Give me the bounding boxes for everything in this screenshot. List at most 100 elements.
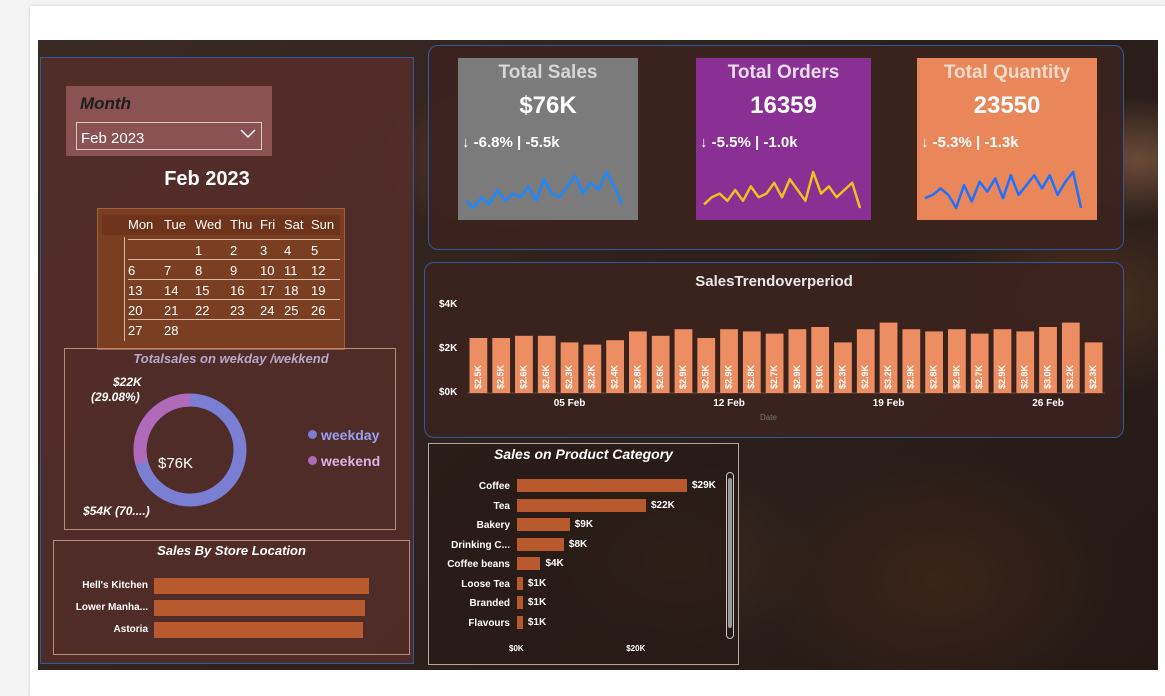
trend-x-tick: 19 Feb bbox=[873, 398, 905, 409]
calendar-day[interactable]: 21 bbox=[164, 303, 194, 318]
category-data-label: $8K bbox=[568, 538, 588, 550]
category-bar[interactable] bbox=[517, 557, 541, 570]
legend-dot-icon bbox=[308, 456, 317, 465]
category-data-label: $29K bbox=[692, 480, 716, 491]
calendar-weekday: Sun bbox=[311, 217, 335, 232]
category-bar[interactable] bbox=[517, 576, 523, 590]
category-label: Branded bbox=[469, 598, 510, 609]
sparkline-path bbox=[924, 170, 1083, 210]
trend-data-label: $2.3K bbox=[564, 364, 574, 389]
trend-data-label: $3.2K bbox=[1065, 364, 1075, 389]
calendar-weekday: Mon bbox=[128, 217, 154, 232]
category-label: Bakery bbox=[476, 520, 510, 531]
category-bar[interactable] bbox=[517, 518, 570, 531]
donut-title: Totalsales on wekday /wekkend bbox=[133, 351, 329, 366]
kpi-value: 23550 bbox=[973, 92, 1041, 119]
trend-data-label: $2.9K bbox=[997, 364, 1007, 389]
calendar-day[interactable]: 16 bbox=[230, 283, 260, 298]
legend-weekend[interactable]: weekend bbox=[308, 453, 380, 469]
calendar-day[interactable]: 22 bbox=[195, 303, 225, 318]
category-scrollbar-thumb[interactable] bbox=[728, 478, 732, 628]
trend-data-label: $2.7K bbox=[974, 364, 984, 389]
calendar-day[interactable]: 26 bbox=[311, 303, 341, 318]
category-data-label: $9K bbox=[574, 519, 594, 530]
trend-x-tick: 05 Feb bbox=[554, 398, 586, 409]
calendar-day[interactable]: 19 bbox=[311, 283, 341, 298]
calendar-day[interactable]: 20 bbox=[128, 303, 158, 318]
calendar-day[interactable]: 11 bbox=[284, 263, 314, 278]
kpi-card[interactable]: Total Quantity 23550 ↓ -5.3% | -1.3k bbox=[917, 58, 1097, 220]
category-data-label: $1K bbox=[527, 616, 547, 628]
calendar-row-line bbox=[128, 259, 340, 260]
category-bar[interactable] bbox=[517, 498, 646, 512]
calendar-day[interactable]: 14 bbox=[164, 283, 194, 298]
donut-weekend-slice[interactable] bbox=[129, 389, 251, 511]
kpi-title: Total Orders bbox=[727, 62, 840, 83]
trend-data-label: $2.9K bbox=[792, 364, 802, 389]
calendar-day[interactable]: 28 bbox=[164, 323, 194, 338]
calendar-day[interactable]: 2 bbox=[230, 243, 260, 258]
kpi-card[interactable]: Total Orders 16359 ↓ -5.5% | -1.0k bbox=[696, 58, 871, 220]
kpi-card[interactable]: Total Sales $76K ↓ -6.8% | -5.5k bbox=[458, 58, 638, 220]
calendar-day[interactable]: 15 bbox=[195, 283, 225, 298]
trend-data-label: $2.9K bbox=[723, 364, 733, 389]
calendar-title: Feb 2023 bbox=[164, 168, 250, 190]
calendar-day[interactable]: 25 bbox=[284, 303, 314, 318]
category-x-tick: $0K bbox=[509, 644, 524, 653]
trend-data-label: $2.9K bbox=[678, 364, 688, 389]
category-bar[interactable] bbox=[517, 479, 687, 492]
trend-data-label: $2.8K bbox=[746, 364, 756, 389]
month-slicer-label: Month bbox=[80, 94, 131, 113]
weekend-pct-label: (29.08%) bbox=[91, 390, 140, 404]
store-location-chart: Sales By Store Location Hell's Kitchen Lo… bbox=[53, 540, 410, 655]
calendar-day[interactable]: 23 bbox=[230, 303, 260, 318]
category-x-tick: $20K bbox=[626, 644, 646, 653]
trend-data-label: $2.8K bbox=[1020, 364, 1030, 389]
calendar-day[interactable]: 9 bbox=[230, 263, 260, 278]
calendar-day[interactable]: 27 bbox=[128, 323, 158, 338]
kpi-row: Total Sales $76K ↓ -6.8% | -5.5k Total Orde… bbox=[428, 45, 1124, 250]
store-bar[interactable] bbox=[154, 622, 364, 638]
store-label: Hell's Kitchen bbox=[82, 580, 148, 591]
weekday-value-label: $54K (70....) bbox=[83, 504, 150, 518]
trend-data-label: $2.6K bbox=[518, 364, 528, 389]
calendar: Mon Tue Wed Thu Fri Sat Sun 1 2 3 4 5 6 7 8 9 10 11 12 13 14… bbox=[97, 208, 345, 350]
chevron-down-icon bbox=[240, 129, 256, 139]
category-label: Loose Tea bbox=[461, 578, 510, 590]
calendar-day[interactable]: 5 bbox=[311, 243, 341, 258]
category-bar[interactable] bbox=[517, 596, 523, 609]
trend-data-label: $2.9K bbox=[951, 364, 961, 389]
calendar-day[interactable]: 4 bbox=[284, 243, 314, 258]
calendar-divider bbox=[124, 237, 125, 341]
calendar-day[interactable]: 6 bbox=[128, 263, 158, 278]
trend-data-label: $2.8K bbox=[632, 364, 642, 389]
store-label: Lower Manha... bbox=[75, 602, 148, 613]
category-bar[interactable] bbox=[517, 537, 564, 551]
trend-data-label: $2.5K bbox=[701, 364, 711, 389]
calendar-weekday: Wed bbox=[195, 217, 222, 232]
calendar-day[interactable]: 18 bbox=[284, 283, 314, 298]
kpi-delta: ↓ -5.5% | -1.0k bbox=[700, 134, 798, 151]
legend-weekday[interactable]: weekday bbox=[308, 427, 379, 443]
calendar-day[interactable]: 1 bbox=[195, 243, 225, 258]
trend-data-label: $2.7K bbox=[769, 364, 779, 389]
legend-weekend-label: weekend bbox=[321, 453, 381, 469]
category-bar[interactable] bbox=[517, 615, 523, 629]
calendar-weekday: Thu bbox=[230, 217, 253, 232]
calendar-weekday: Sat bbox=[284, 217, 304, 232]
store-bar[interactable] bbox=[154, 600, 365, 616]
sales-trend-chart: SalesTrendoverperiod $4K $2K $0K $2.5K $2… bbox=[424, 262, 1124, 438]
store-bar[interactable] bbox=[154, 578, 369, 594]
weekend-value-label: $22K bbox=[113, 375, 142, 389]
kpi-value: $76K bbox=[519, 92, 577, 119]
trend-data-label: $2.5K bbox=[473, 364, 483, 389]
trend-data-label: $3.0K bbox=[815, 364, 825, 389]
store-label: Astoria bbox=[113, 624, 148, 635]
calendar-day[interactable]: 7 bbox=[164, 263, 194, 278]
trend-data-label: $2.5K bbox=[496, 364, 506, 389]
category-label: Coffee beans bbox=[447, 559, 510, 570]
calendar-day[interactable]: 13 bbox=[128, 283, 158, 298]
month-dropdown[interactable]: Feb 2023 bbox=[76, 122, 262, 150]
calendar-day[interactable]: 12 bbox=[311, 263, 341, 278]
calendar-day[interactable]: 8 bbox=[195, 263, 225, 278]
